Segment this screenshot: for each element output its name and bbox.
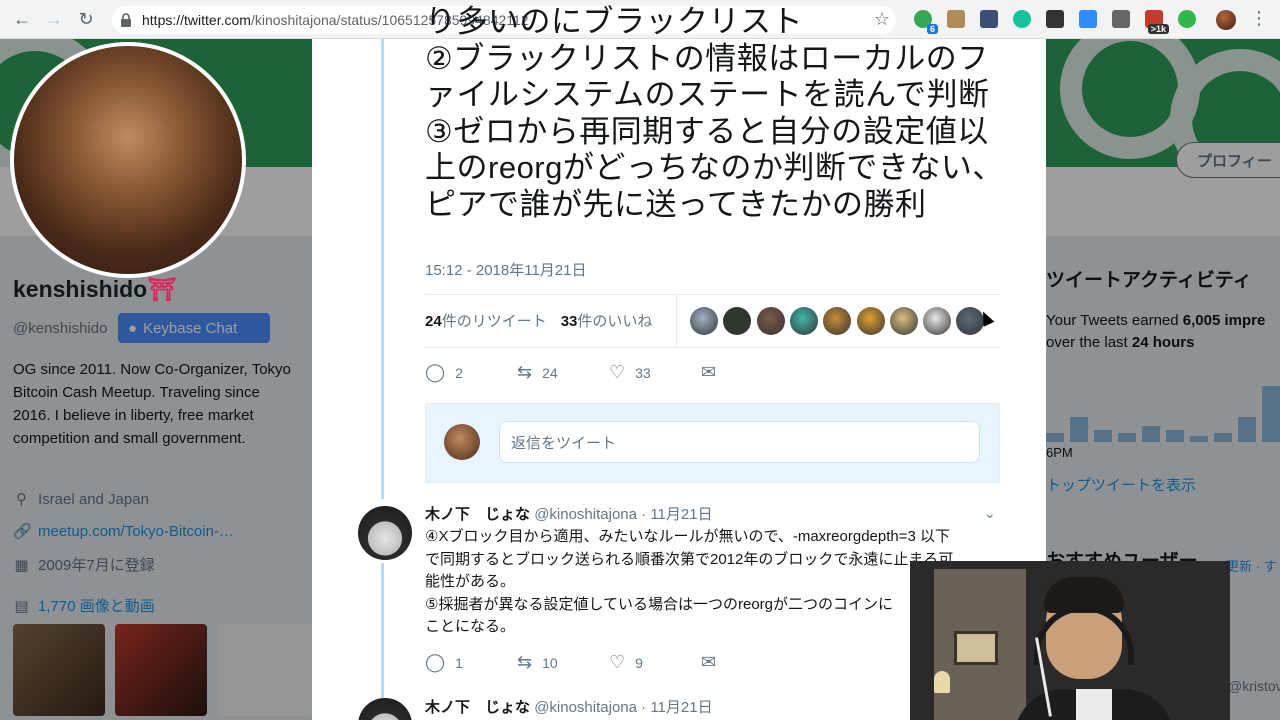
camera-extension-icon[interactable] xyxy=(1079,10,1097,28)
torii-emoji-icon: ⛩ xyxy=(147,276,177,302)
liker-avatar[interactable] xyxy=(856,307,885,335)
retweet-button[interactable]: ⇆ 10 xyxy=(517,652,609,673)
reply-button[interactable]: ◯ 2 xyxy=(425,362,517,383)
reply-date[interactable]: · 11月21日 xyxy=(641,506,712,523)
chevron-down-icon[interactable]: ⌄ xyxy=(984,505,996,522)
reply-icon: ◯ xyxy=(425,652,446,672)
direct-message-button[interactable]: ✉ xyxy=(701,362,716,383)
retweet-stat[interactable]: 24件のリツイート xyxy=(425,310,547,331)
envelope-icon: ✉ xyxy=(701,362,717,382)
calendar-extension-icon[interactable]: >1k xyxy=(1145,10,1169,34)
like-button[interactable]: ♡ 9 xyxy=(609,652,701,673)
reply-button[interactable]: ◯ 1 xyxy=(425,652,517,673)
screen-extension-icon[interactable] xyxy=(1112,10,1130,28)
user-avatar xyxy=(444,424,480,460)
liker-avatar[interactable] xyxy=(923,307,952,335)
reply-author-name[interactable]: 木ノ下 じょな xyxy=(425,699,530,716)
retweet-icon: ⇆ xyxy=(517,652,533,672)
menu-dots-icon[interactable]: ⋮ xyxy=(1250,8,1268,29)
lock-icon xyxy=(121,13,131,27)
webcam-background-picture xyxy=(954,631,998,665)
reply-date[interactable]: · 11月21日 xyxy=(641,699,712,716)
reply-author-handle[interactable]: @kinoshitajona xyxy=(534,699,637,716)
webcam-background-lamp xyxy=(934,671,950,693)
like-button[interactable]: ♡ 33 xyxy=(609,362,701,383)
liker-avatar[interactable] xyxy=(690,307,718,335)
reply-input[interactable]: 返信をツイート xyxy=(499,421,980,463)
profile-avatar[interactable] xyxy=(10,42,246,278)
tweet-text: り多いのにブラックリスト ②ブラックリストの情報はローカルのフ ァイルシステムの… xyxy=(425,4,1004,222)
webcam-presenter xyxy=(1014,577,1174,720)
forward-arrow-icon[interactable]: → xyxy=(38,3,70,35)
profile-avatar-icon[interactable] xyxy=(1216,10,1236,30)
tweet-actions: ◯ 2 ⇆ 24 ♡ 33 ✉ xyxy=(425,362,716,383)
reply-author-name[interactable]: 木ノ下 じょな xyxy=(425,506,530,523)
tweet-timestamp[interactable]: 15:12 - 2018年11月21日 xyxy=(425,259,587,280)
liker-avatar[interactable] xyxy=(756,307,785,335)
reply-header: 木ノ下 じょな @kinoshitajona · 11月21日 xyxy=(425,503,713,524)
tweet-stats: 24件のリツイート 33件のいいね xyxy=(425,310,652,331)
heart-icon: ♡ xyxy=(609,652,626,672)
thread-connector-line xyxy=(381,563,384,703)
liker-avatar[interactable] xyxy=(823,307,852,335)
reload-icon[interactable]: ↻ xyxy=(70,3,102,35)
reply-author-avatar[interactable] xyxy=(358,506,412,560)
thread-connector-line xyxy=(381,39,384,499)
liker-avatar[interactable] xyxy=(789,307,818,335)
retweet-icon: ⇆ xyxy=(517,362,533,382)
divider xyxy=(425,347,1000,348)
reply-author-handle[interactable]: @kinoshitajona xyxy=(534,506,637,523)
heart-icon: ♡ xyxy=(609,362,626,382)
back-arrow-icon[interactable]: ← xyxy=(6,3,38,35)
grammarly-extension-icon[interactable] xyxy=(1013,10,1031,28)
direct-message-button[interactable]: ✉ xyxy=(701,652,716,673)
webcam-overlay xyxy=(910,561,1230,720)
reply-actions: ◯ 1 ⇆ 10 ♡ 9 ✉ xyxy=(425,652,716,673)
profile-display-name: kenshishido⛩ xyxy=(13,276,177,302)
envelope-icon: ✉ xyxy=(701,652,717,672)
ninja-extension-icon[interactable] xyxy=(1046,10,1064,28)
reply-header: 木ノ下 じょな @kinoshitajona · 11月21日 xyxy=(425,696,713,717)
divider xyxy=(425,294,1000,295)
like-stat[interactable]: 33件のいいね xyxy=(561,310,653,331)
liker-avatar[interactable] xyxy=(889,307,918,335)
divider xyxy=(676,295,677,347)
retweet-button[interactable]: ⇆ 24 xyxy=(517,362,609,383)
bitcoin-extension-icon[interactable] xyxy=(1178,10,1196,28)
reply-icon: ◯ xyxy=(425,362,446,382)
